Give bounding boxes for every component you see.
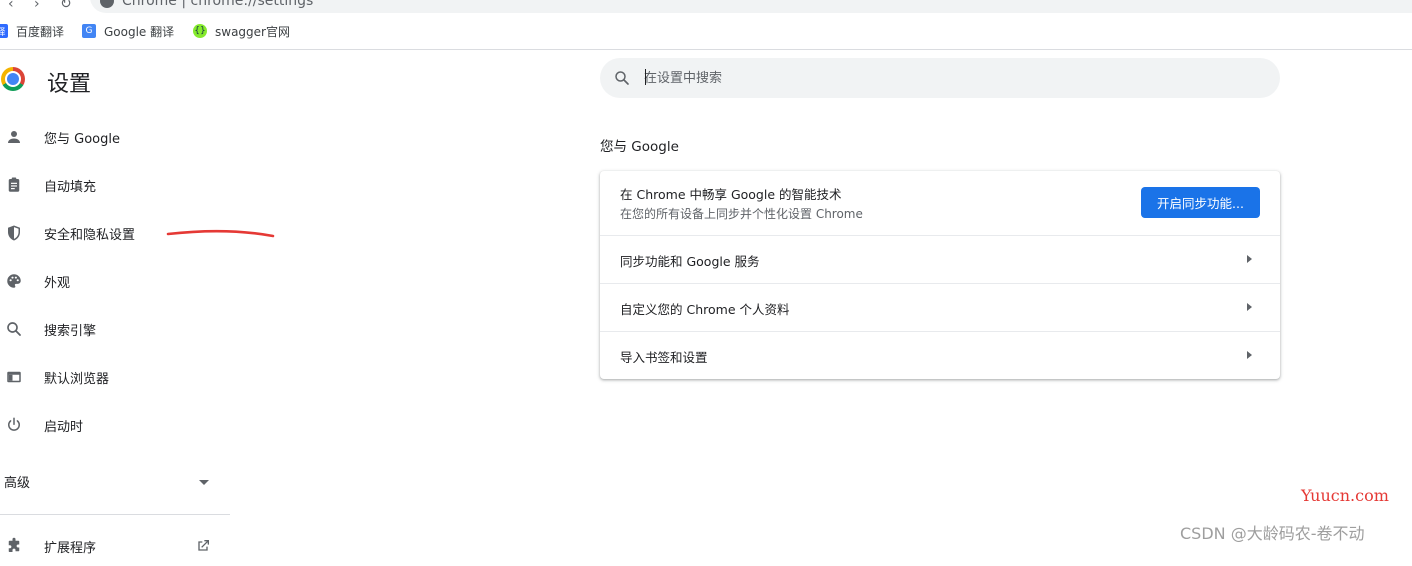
chevron-right-icon [1247, 255, 1252, 263]
bookmark-baidu-translate[interactable]: 译 百度翻译 [0, 23, 64, 39]
bookmark-swagger[interactable]: {} swagger官网 [193, 23, 290, 39]
section-title: 您与 Google [600, 139, 679, 155]
search-icon [4, 319, 24, 339]
sidebar-item-label: 外观 [44, 275, 71, 291]
sidebar-item-label: 默认浏览器 [44, 371, 110, 387]
sync-promo-title: 在 Chrome 中畅享 Google 的智能技术 [620, 187, 842, 202]
puzzle-icon [4, 536, 24, 556]
sidebar-item-label: 启动时 [44, 419, 84, 435]
text-cursor [645, 69, 646, 85]
advanced-toggle[interactable]: 高级 [4, 472, 30, 491]
sidebar-item-autofill[interactable]: 自动填充 [0, 165, 230, 205]
sidebar-item-search-engine[interactable]: 搜索引擎 [0, 309, 230, 349]
row-label: 同步功能和 Google 服务 [620, 254, 760, 269]
swagger-icon: {} [193, 24, 207, 38]
sidebar-item-on-startup[interactable]: 启动时 [0, 405, 230, 445]
address-bar[interactable]: Chrome | chrome://settings [90, 0, 1412, 13]
google-translate-icon: G [82, 24, 96, 38]
palette-icon [4, 271, 24, 291]
sidebar-item-label: 自动填充 [44, 179, 97, 195]
site-watermark: Yuucn.com [1301, 486, 1389, 505]
sidebar-item-extensions[interactable]: 扩展程序 [0, 526, 230, 566]
turn-on-sync-button[interactable]: 开启同步功能... [1141, 187, 1260, 218]
row-label: 自定义您的 Chrome 个人资料 [620, 302, 790, 317]
sync-promo-subtitle: 在您的所有设备上同步并个性化设置 Chrome [620, 207, 863, 221]
customize-profile-row[interactable]: 自定义您的 Chrome 个人资料 [600, 283, 1280, 332]
chrome-logo [1, 67, 25, 91]
browser-icon [4, 367, 24, 387]
search-input[interactable] [644, 66, 1244, 90]
sidebar-divider [0, 514, 230, 515]
baidu-translate-icon: 译 [0, 24, 8, 38]
url-text: Chrome | chrome://settings [122, 0, 314, 9]
chevron-right-icon [1247, 351, 1252, 359]
open-in-new-icon [195, 538, 211, 558]
bookmark-label: Google 翻译 [104, 24, 175, 39]
import-bookmarks-row[interactable]: 导入书签和设置 [600, 331, 1280, 380]
sync-and-services-row[interactable]: 同步功能和 Google 服务 [600, 235, 1280, 284]
sidebar-item-appearance[interactable]: 外观 [0, 261, 230, 301]
person-icon [4, 127, 24, 147]
settings-search[interactable] [600, 58, 1280, 98]
clipboard-icon [4, 175, 24, 195]
chevron-right-icon [1247, 303, 1252, 311]
power-icon [4, 415, 24, 435]
sidebar-item-label: 您与 Google [44, 131, 120, 147]
sidebar-item-label: 搜索引擎 [44, 323, 97, 339]
you-and-google-card: 在 Chrome 中畅享 Google 的智能技术 在您的所有设备上同步并个性化… [600, 171, 1280, 379]
sidebar-item-label: 安全和隐私设置 [44, 227, 136, 243]
row-label: 导入书签和设置 [620, 350, 708, 365]
browser-toolbar: ‹ › ↻ Chrome | chrome://settings [0, 0, 1412, 13]
sidebar-item-label: 扩展程序 [44, 540, 97, 556]
sidebar-item-you-and-google[interactable]: 您与 Google [0, 117, 230, 157]
author-watermark: CSDN @大龄码农-卷不动 [1180, 524, 1365, 543]
sync-promo-row: 在 Chrome 中畅享 Google 的智能技术 在您的所有设备上同步并个性化… [600, 171, 1280, 235]
shield-icon [4, 223, 24, 243]
reload-icon[interactable]: ↻ [60, 0, 72, 12]
back-icon[interactable]: ‹ [8, 0, 14, 12]
bookmark-label: swagger官网 [215, 24, 290, 39]
bookmark-google-translate[interactable]: G Google 翻译 [82, 23, 174, 39]
chevron-down-icon[interactable] [199, 480, 209, 485]
sidebar-item-default-browser[interactable]: 默认浏览器 [0, 357, 230, 397]
search-icon [613, 69, 631, 91]
site-info-icon[interactable] [100, 0, 114, 8]
bookmark-label: 百度翻译 [16, 24, 65, 39]
forward-icon[interactable]: › [34, 0, 40, 12]
red-underline-annotation [166, 229, 275, 238]
page-title: 设置 [47, 72, 92, 97]
bookmarks-bar: 译 百度翻译 G Google 翻译 {} swagger官网 [0, 13, 1412, 50]
